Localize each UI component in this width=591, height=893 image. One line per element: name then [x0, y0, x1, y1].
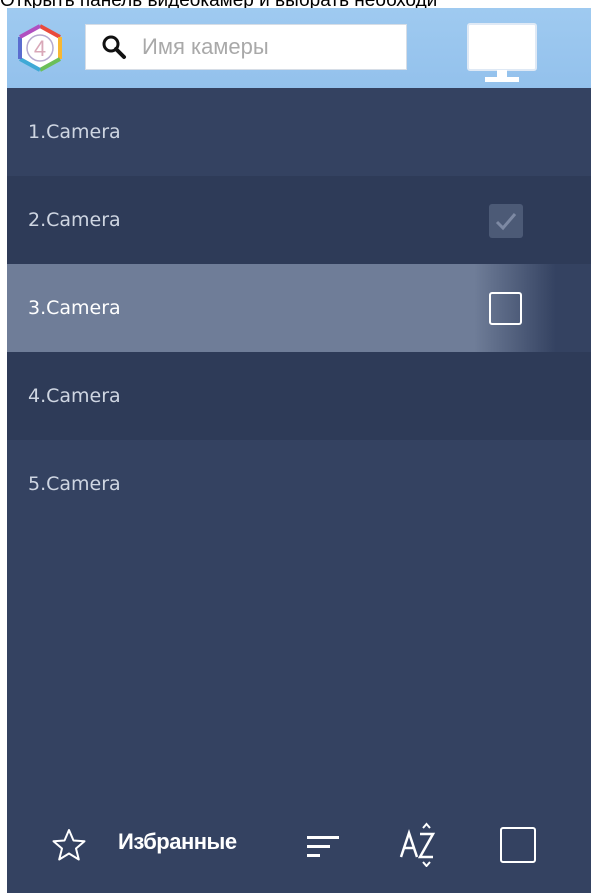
sort-icon[interactable] [305, 833, 341, 861]
monitor-icon[interactable] [465, 22, 539, 84]
star-icon[interactable] [51, 827, 87, 863]
camera-row-5[interactable]: 5.Camera [7, 440, 591, 528]
camera-label: 4.Camera [28, 385, 121, 407]
camera-label: 5.Camera [28, 473, 121, 495]
camera-checkbox-unchecked[interactable] [489, 292, 522, 325]
top-bar: 4 [7, 8, 591, 88]
camera-row-3[interactable]: 3.Camera [7, 264, 591, 352]
camera-panel: 4 1.Camera 2.Camera [7, 8, 591, 893]
favorites-label[interactable]: Избранные [118, 829, 237, 855]
camera-label: 3.Camera [28, 297, 121, 319]
search-input[interactable] [142, 31, 397, 63]
camera-label: 2.Camera [28, 209, 121, 231]
search-icon[interactable] [101, 34, 127, 60]
camera-row-2[interactable]: 2.Camera [7, 176, 591, 264]
camera-row-1[interactable]: 1.Camera [7, 88, 591, 176]
footer-toolbar: Избранные [7, 803, 591, 893]
camera-checkbox-checked[interactable] [489, 204, 523, 238]
logo-digit: 4 [34, 36, 46, 61]
search-box [85, 24, 407, 70]
app-logo-icon[interactable]: 4 [15, 24, 65, 72]
select-all-checkbox[interactable] [500, 827, 536, 863]
camera-label: 1.Camera [28, 121, 121, 143]
camera-list: 1.Camera 2.Camera 3.Camera 4.Camera 5.Ca… [7, 88, 591, 528]
sort-az-icon[interactable] [399, 821, 439, 868]
camera-row-4[interactable]: 4.Camera [7, 352, 591, 440]
